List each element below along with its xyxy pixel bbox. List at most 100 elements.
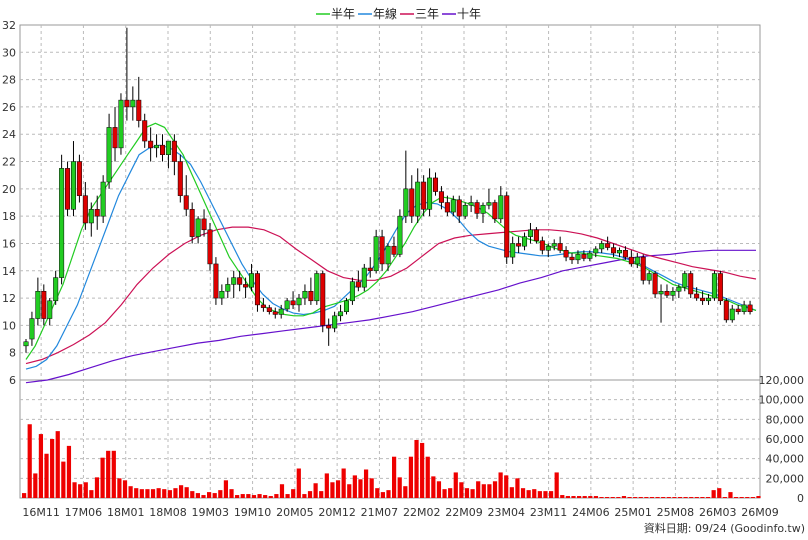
volume-bar bbox=[717, 488, 722, 498]
x-tick-label: 19M10 bbox=[234, 506, 272, 519]
candle-body bbox=[723, 300, 729, 321]
volume-bar bbox=[156, 488, 161, 498]
candle-body bbox=[260, 304, 266, 308]
x-tick-label: 16M11 bbox=[22, 506, 60, 519]
stock-chart: 半年 年線 三年 十年 6 8 10 12 14 16 18 20 22 24 26 28 30 32 0 20,… bbox=[2, 6, 805, 535]
candle-body bbox=[183, 195, 189, 210]
candle-body bbox=[510, 243, 516, 258]
volume-bar bbox=[420, 442, 425, 498]
price-axis: 6 8 10 12 14 16 18 20 22 24 26 28 30 32 bbox=[2, 19, 16, 387]
candle-body bbox=[290, 300, 296, 306]
candle-body bbox=[302, 291, 308, 299]
candle-body bbox=[486, 202, 492, 206]
candle-body bbox=[563, 250, 569, 258]
candle-body bbox=[427, 177, 433, 210]
volume-bar bbox=[520, 488, 526, 498]
candle-body bbox=[682, 273, 688, 288]
candle-body bbox=[450, 199, 456, 213]
volume-bar bbox=[532, 489, 537, 498]
candle-body bbox=[142, 120, 148, 142]
candle-body bbox=[29, 318, 35, 340]
candle-body bbox=[587, 252, 593, 259]
candle-body bbox=[409, 188, 415, 217]
volume-bar bbox=[481, 484, 486, 498]
candle-body bbox=[456, 199, 462, 217]
candle-body bbox=[65, 168, 71, 210]
candle-body bbox=[616, 250, 623, 254]
candle-body bbox=[628, 256, 634, 265]
candle-body bbox=[421, 181, 427, 210]
volume-bar bbox=[565, 496, 570, 498]
volume-bar bbox=[72, 482, 77, 498]
price-tick-label: 20 bbox=[2, 183, 16, 196]
candle-body bbox=[676, 286, 682, 292]
volume-bar bbox=[700, 497, 705, 498]
price-tick-label: 14 bbox=[2, 265, 16, 278]
price-tick-label: 12 bbox=[2, 292, 16, 305]
candle-body bbox=[118, 99, 124, 149]
volume-bar bbox=[616, 497, 621, 498]
volume-bar bbox=[268, 496, 273, 498]
x-tick-label: 26M09 bbox=[741, 506, 779, 519]
x-tick-label: 23M04 bbox=[488, 506, 526, 519]
price-tick-label: 28 bbox=[2, 74, 16, 87]
volume-bar bbox=[347, 484, 352, 498]
volume-bar bbox=[683, 497, 688, 498]
volume-bar bbox=[554, 472, 559, 498]
legend-label: 半年 bbox=[331, 7, 355, 21]
candle-body bbox=[320, 273, 326, 326]
volume-bar bbox=[560, 495, 565, 498]
candle-body bbox=[664, 291, 670, 296]
candle-body bbox=[735, 308, 741, 312]
candle-body bbox=[154, 144, 160, 149]
volume-bar bbox=[274, 494, 279, 498]
candle-body bbox=[444, 202, 450, 213]
volume-bar bbox=[655, 497, 660, 498]
volume-bar bbox=[442, 489, 447, 498]
volume-bar bbox=[178, 485, 184, 498]
candle-body bbox=[332, 315, 338, 329]
volume-bar bbox=[677, 497, 683, 498]
candle-body bbox=[700, 297, 706, 302]
candle-body bbox=[308, 291, 314, 302]
x-tick-label: 19M03 bbox=[192, 506, 230, 519]
volume-tick-label: 60,000 bbox=[766, 433, 805, 446]
volume-bar bbox=[666, 497, 671, 498]
candle-body bbox=[278, 308, 284, 315]
volume-bar bbox=[599, 497, 604, 498]
price-tick-label: 8 bbox=[9, 347, 16, 360]
volume-bar bbox=[106, 450, 111, 498]
x-axis: 16M11 17M06 18M01 18M08 19M03 19M10 20M05 20M12… bbox=[22, 506, 778, 519]
candle-body bbox=[314, 273, 320, 302]
volume-bar bbox=[167, 490, 172, 498]
volume-bar bbox=[750, 497, 755, 498]
candle-body bbox=[504, 195, 510, 258]
volume-bar bbox=[296, 468, 301, 498]
volume-bar bbox=[83, 482, 88, 498]
candle-body bbox=[498, 195, 504, 220]
volume-bar bbox=[313, 483, 318, 498]
candle-body bbox=[361, 267, 367, 288]
volume-bar bbox=[251, 495, 257, 498]
volume-bar bbox=[94, 477, 100, 498]
volume-bar bbox=[487, 484, 492, 498]
x-tick-label: 22M02 bbox=[403, 506, 441, 519]
volume-bar bbox=[408, 456, 414, 498]
volume-bar bbox=[621, 496, 627, 498]
candle-body bbox=[219, 291, 225, 299]
volume-bar bbox=[504, 475, 509, 498]
candle-body bbox=[100, 181, 106, 217]
price-tick-label: 24 bbox=[2, 128, 16, 141]
volume-bar bbox=[633, 497, 638, 498]
candle-body bbox=[569, 256, 575, 261]
volume-bar bbox=[162, 489, 167, 498]
volume-bar bbox=[448, 488, 453, 498]
candle-body bbox=[171, 140, 177, 162]
candle-body bbox=[59, 168, 65, 278]
price-tick-label: 22 bbox=[2, 156, 16, 169]
volume-bar bbox=[307, 491, 313, 498]
candle-body bbox=[670, 291, 676, 296]
volume-bar bbox=[212, 493, 217, 498]
candle-body bbox=[35, 291, 41, 319]
candle-body bbox=[159, 144, 166, 155]
